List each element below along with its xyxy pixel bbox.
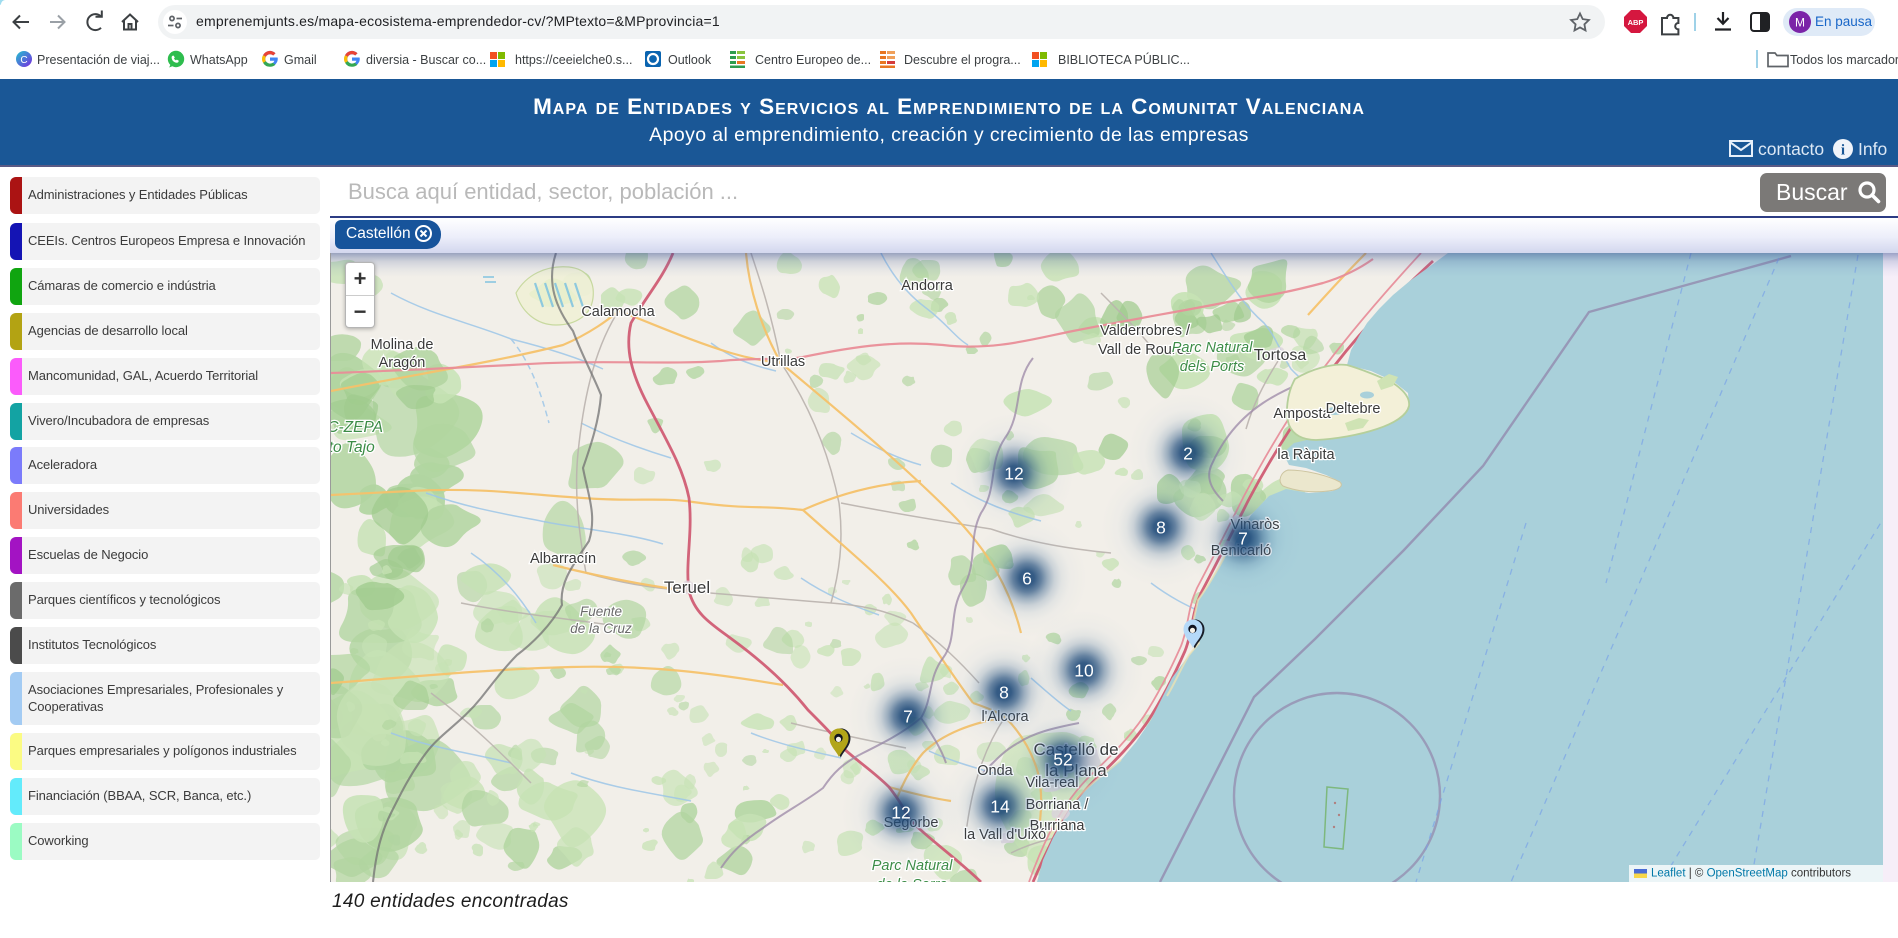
svg-text:Calamocha: Calamocha	[581, 304, 655, 320]
svg-text:de la Cruz: de la Cruz	[570, 621, 632, 636]
svg-text:de la Serra: de la Serra	[877, 877, 948, 882]
svg-text:52: 52	[1053, 750, 1072, 770]
svg-text:Teruel: Teruel	[664, 578, 710, 597]
svg-text:7: 7	[1238, 529, 1248, 549]
svg-text:Utrillas: Utrillas	[761, 354, 805, 370]
svg-text:la Ràpita: la Ràpita	[1277, 447, 1335, 463]
svg-text:Parc Natural: Parc Natural	[1172, 340, 1253, 356]
svg-text:2: 2	[1183, 444, 1193, 464]
svg-text:12: 12	[891, 803, 910, 823]
svg-text:Tortosa: Tortosa	[1254, 347, 1307, 364]
svg-text:i: i	[1841, 143, 1845, 159]
svg-text:lto Tajo: lto Tajo	[331, 439, 375, 456]
svg-text:Valderrobres /: Valderrobres /	[1100, 323, 1191, 339]
svg-text:14: 14	[990, 797, 1010, 817]
svg-text:contacto: contacto	[1758, 139, 1824, 159]
svg-text:8: 8	[1156, 518, 1166, 538]
svg-text:7: 7	[903, 707, 913, 727]
svg-text:Deltebre: Deltebre	[1326, 401, 1381, 417]
svg-text:dels Ports: dels Ports	[1180, 359, 1244, 375]
svg-text:Fuente: Fuente	[580, 604, 622, 619]
svg-text:C: C	[20, 55, 27, 66]
svg-text:Amposta: Amposta	[1273, 406, 1331, 422]
svg-text:6: 6	[1022, 569, 1032, 589]
svg-text:Molina de: Molina de	[371, 337, 434, 353]
svg-text:12: 12	[1004, 464, 1023, 484]
svg-text:Info: Info	[1858, 139, 1887, 159]
svg-text:EC-ZEPA: EC-ZEPA	[331, 419, 383, 436]
svg-text:Leaflet | © OpenStreetMap cont: Leaflet | © OpenStreetMap contributors	[1651, 868, 1851, 880]
svg-text:Aragón: Aragón	[379, 355, 426, 371]
svg-text:10: 10	[1074, 661, 1094, 681]
svg-text:Andorra: Andorra	[901, 278, 954, 294]
svg-text:Albarracín: Albarracín	[530, 551, 596, 567]
svg-text:8: 8	[999, 683, 1009, 703]
